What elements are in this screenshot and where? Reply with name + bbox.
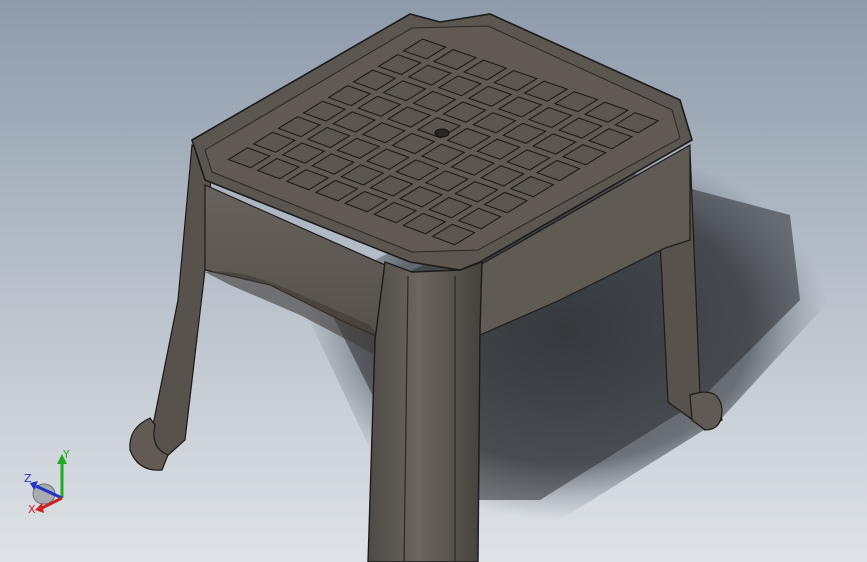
seat-center-hole bbox=[434, 128, 450, 138]
triad-y-label: Y bbox=[62, 448, 70, 461]
triad-x-arrow bbox=[35, 503, 44, 513]
triad-z-label: Z bbox=[24, 472, 32, 485]
leg-left bbox=[149, 143, 213, 459]
stool-model-view[interactable] bbox=[0, 0, 867, 562]
leg-front bbox=[367, 260, 483, 562]
triad-x-label: X bbox=[28, 503, 36, 516]
orientation-triad[interactable]: Y Z X bbox=[22, 446, 82, 518]
graphics-viewport[interactable]: Y Z X bbox=[0, 0, 867, 562]
